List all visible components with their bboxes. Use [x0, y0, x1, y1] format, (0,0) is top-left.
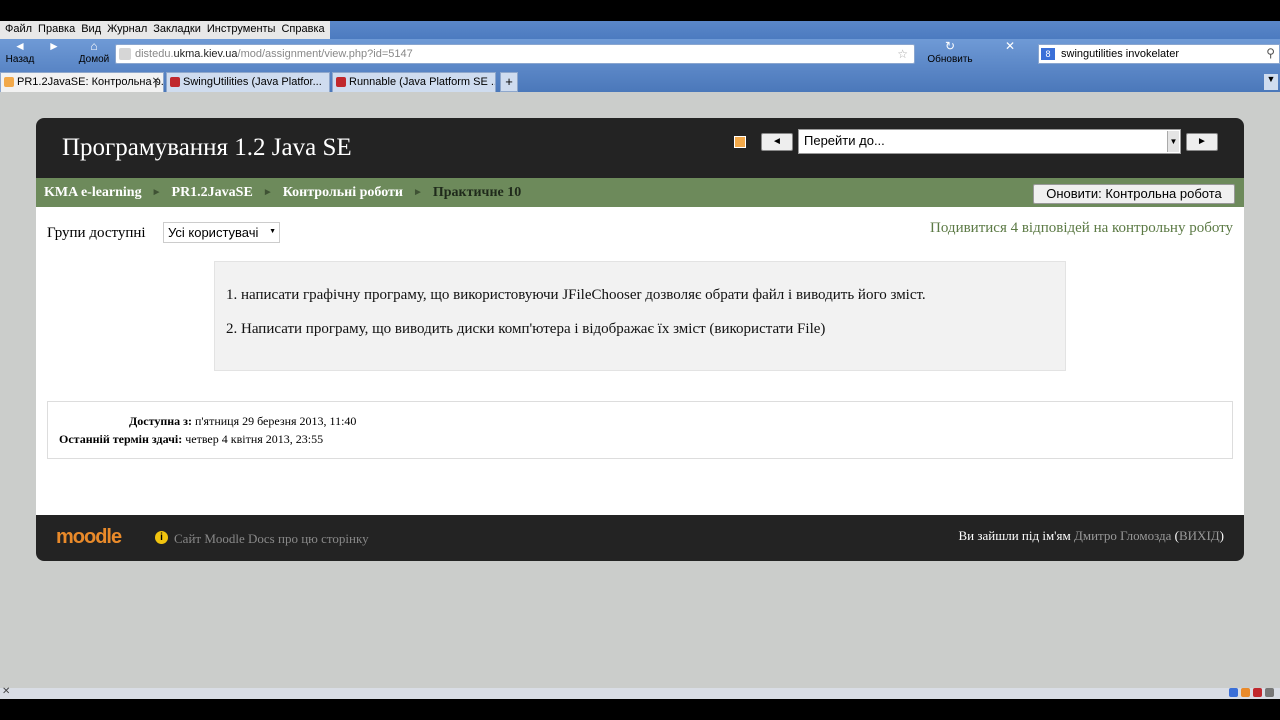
breadcrumb-item-current: Практичне 10 [432, 185, 522, 200]
tab-swingutilities[interactable]: SwingUtilities (Java Platfor... [166, 72, 330, 92]
groups-selected-value: Усі користувачі [168, 225, 259, 240]
menu-bookmarks[interactable]: Закладки [150, 21, 204, 39]
moodle-docs-link[interactable]: Сайт Moodle Docs про цю сторінку [174, 531, 369, 547]
screen-top-letterbox [0, 0, 1280, 21]
menu-help[interactable]: Справка [278, 21, 327, 39]
due-date-row: Останній термін здачі: четвер 4 квітня 2… [59, 432, 323, 447]
stop-button[interactable]: ✕ [995, 39, 1025, 69]
forward-button[interactable]: ► [36, 39, 72, 69]
reload-icon: ↻ [944, 39, 956, 53]
breadcrumb: KMA e-learning ► PR1.2JavaSE ► Контрольн… [44, 185, 521, 201]
addon-icon[interactable] [1253, 688, 1262, 697]
available-from-row: Доступна з: п'ятниця 29 березня 2013, 11… [129, 414, 356, 429]
search-input[interactable]: 8 swingutilities invokelater ⚲ [1038, 44, 1280, 64]
java-favicon-icon [336, 77, 346, 87]
breadcrumb-separator-icon: ► [262, 187, 273, 198]
login-prefix: Ви зайшли під ім'ям [958, 528, 1071, 543]
task-item-1: 1. написати графічну програму, що викори… [226, 287, 926, 303]
menu-file[interactable]: Файл [2, 21, 35, 39]
moodle-page: Програмування 1.2 Java SE ◄ Перейти до..… [36, 118, 1244, 561]
jump-to-select[interactable]: Перейти до... ▼ [798, 129, 1181, 154]
breadcrumb-item-course[interactable]: PR1.2JavaSE [172, 185, 253, 201]
stop-icon: ✕ [1004, 39, 1016, 53]
search-icon[interactable]: ⚲ [1266, 46, 1275, 60]
tab-list-icon[interactable]: ▼ [1264, 74, 1278, 90]
menu-items: Файл Правка Вид Журнал Закладки Инструме… [0, 21, 330, 39]
tab-pr12javase[interactable]: PR1.2JavaSE: Контрольна р... ✕ [0, 72, 164, 92]
browser-menubar: Файл Правка Вид Журнал Закладки Инструме… [0, 21, 1280, 39]
back-label: Назад [5, 54, 35, 65]
due-date-value: четвер 4 квітня 2013, 23:55 [185, 432, 324, 446]
skype-icon[interactable] [1229, 688, 1238, 697]
moodle-favicon-icon [4, 77, 14, 87]
menu-history[interactable]: Журнал [104, 21, 150, 39]
user-profile-link[interactable]: Дмитро Гломозда [1074, 528, 1171, 543]
chevron-down-icon: ▼ [269, 228, 276, 235]
back-button[interactable]: ◄ Назад [0, 39, 40, 69]
tab-label: SwingUtilities (Java Platfor... [183, 76, 322, 88]
search-text[interactable]: swingutilities invokelater [1061, 48, 1179, 60]
tab-runnable[interactable]: Runnable (Java Platform SE ... [332, 72, 496, 92]
available-from-label: Доступна з: [129, 414, 192, 428]
due-date-label: Останній термін здачі: [59, 432, 183, 446]
back-arrow-icon: ◄ [14, 39, 26, 53]
reload-button[interactable]: ↻ Обновить [922, 39, 978, 69]
browser-navbar: ◄ Назад ► ⌂ Домой distedu.ukma.kiev.ua/m… [0, 39, 1280, 69]
menu-view[interactable]: Вид [78, 21, 104, 39]
chevron-down-icon[interactable]: ▼ [1167, 131, 1179, 152]
close-icon[interactable]: ✕ [2, 686, 10, 697]
update-assignment-button[interactable]: Оновити: Контрольна робота [1033, 184, 1235, 204]
new-tab-button[interactable]: + [500, 72, 518, 92]
moodle-logo[interactable]: moodle [56, 526, 122, 549]
site-header: Програмування 1.2 Java SE ◄ Перейти до..… [36, 118, 1244, 178]
browser-tabstrip: PR1.2JavaSE: Контрольна р... ✕ SwingUtil… [0, 69, 1280, 92]
info-icon: i [155, 531, 168, 544]
url-bar[interactable]: distedu.ukma.kiev.ua/mod/assignment/view… [115, 44, 915, 64]
tab-close-icon[interactable]: ✕ [152, 76, 160, 87]
assignment-description: 1. написати графічну програму, що викори… [214, 261, 1066, 371]
browser-statusbar: ✕ [0, 686, 1280, 699]
forward-arrow-icon: ► [48, 39, 60, 53]
groups-select[interactable]: Усі користувачі ▼ [163, 222, 280, 243]
menu-tools[interactable]: Инструменты [204, 21, 279, 39]
logout-paren-close: ) [1219, 528, 1224, 543]
breadcrumb-bar: KMA e-learning ► PR1.2JavaSE ► Контрольн… [36, 178, 1244, 207]
bookmark-star-icon[interactable]: ☆ [897, 47, 908, 61]
assignment-dates: Доступна з: п'ятниця 29 березня 2013, 11… [47, 401, 1233, 459]
breadcrumb-separator-icon: ► [151, 187, 162, 198]
screen-bottom-letterbox [0, 699, 1280, 720]
site-footer: moodle i Сайт Moodle Docs про цю сторінк… [36, 515, 1244, 561]
addon-icon[interactable] [1241, 688, 1250, 697]
home-label: Домой [78, 54, 110, 65]
reload-label: Обновить [927, 54, 973, 65]
java-favicon-icon [170, 77, 180, 87]
view-submissions-link[interactable]: Подивитися 4 відповідей на контрольну ро… [930, 220, 1233, 237]
menu-edit[interactable]: Правка [35, 21, 78, 39]
breadcrumb-separator-icon: ► [412, 187, 423, 198]
prev-activity-button[interactable]: ◄ [761, 133, 793, 151]
navigation-menu-icon[interactable] [734, 136, 746, 148]
login-info: Ви зайшли під ім'ям Дмитро Гломозда (ВИХ… [958, 528, 1224, 544]
url-text[interactable]: distedu.ukma.kiev.ua/mod/assignment/view… [135, 48, 413, 60]
available-from-value: п'ятниця 29 березня 2013, 11:40 [194, 414, 357, 428]
task-item-2: 2. Написати програму, що виводить диски … [226, 321, 826, 337]
jump-to-value: Перейти до... [804, 133, 885, 148]
page-viewport: Програмування 1.2 Java SE ◄ Перейти до..… [0, 92, 1280, 688]
page-title: Програмування 1.2 Java SE [62, 134, 352, 161]
groups-label: Групи доступні [47, 225, 146, 241]
status-icons [1229, 688, 1274, 697]
breadcrumb-item-assignments[interactable]: Контрольні роботи [283, 185, 403, 201]
logout-link[interactable]: ВИХІД [1179, 528, 1220, 543]
next-activity-button[interactable]: ► [1186, 133, 1218, 151]
home-icon: ⌂ [90, 39, 98, 53]
resize-grip-icon[interactable] [1265, 688, 1274, 697]
search-engine-icon[interactable]: 8 [1041, 48, 1055, 60]
tab-label: PR1.2JavaSE: Контрольна р... [17, 76, 164, 88]
tab-label: Runnable (Java Platform SE ... [349, 76, 496, 88]
site-identity-icon[interactable] [119, 48, 131, 60]
home-button[interactable]: ⌂ Домой [74, 39, 114, 69]
breadcrumb-item-home[interactable]: KMA e-learning [44, 185, 142, 201]
